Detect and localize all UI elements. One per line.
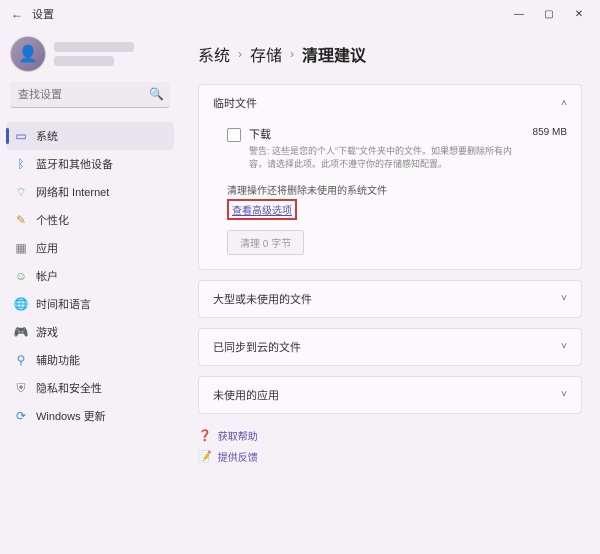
sidebar-label: 时间和语言 bbox=[36, 296, 91, 312]
sidebar-icon: 🌐 bbox=[14, 297, 28, 311]
card-header-temp[interactable]: 临时文件 ˄ bbox=[199, 85, 581, 121]
downloads-desc: 警告: 这些是您的个人“下载”文件夹中的文件。如果想要删除所有内容，请选择此项。… bbox=[249, 145, 517, 172]
search-input[interactable] bbox=[10, 82, 170, 108]
clean-button[interactable]: 清理 0 字节 bbox=[227, 230, 304, 255]
card-title: 已同步到云的文件 bbox=[213, 339, 301, 355]
sidebar-item-1[interactable]: ᛒ 蓝牙和其他设备 bbox=[6, 150, 174, 178]
card-title: 大型或未使用的文件 bbox=[213, 291, 312, 307]
crumb-system[interactable]: 系统 bbox=[198, 42, 230, 66]
card-title: 未使用的应用 bbox=[213, 387, 279, 403]
card-title: 临时文件 bbox=[213, 95, 257, 111]
chevron-right-icon: › bbox=[238, 47, 242, 61]
sidebar-item-4[interactable]: ▦ 应用 bbox=[6, 234, 174, 262]
chevron-up-icon: ˄ bbox=[561, 98, 567, 109]
sidebar-label: 蓝牙和其他设备 bbox=[36, 156, 113, 172]
sidebar-label: 帐户 bbox=[36, 268, 58, 284]
downloads-checkbox[interactable] bbox=[227, 128, 241, 142]
sidebar-label: 系统 bbox=[36, 128, 58, 144]
sidebar-label: Windows 更新 bbox=[36, 408, 106, 424]
help-icon: ❓ bbox=[198, 429, 212, 442]
sidebar-label: 辅助功能 bbox=[36, 352, 80, 368]
chevron-down-icon: ˅ bbox=[561, 293, 567, 304]
chevron-down-icon: ˅ bbox=[561, 341, 567, 352]
sidebar-label: 游戏 bbox=[36, 324, 58, 340]
user-profile[interactable]: 👤 bbox=[6, 32, 174, 82]
avatar: 👤 bbox=[10, 36, 46, 72]
sidebar-icon: ✎ bbox=[14, 213, 28, 227]
sidebar-item-7[interactable]: 🎮 游戏 bbox=[6, 318, 174, 346]
sidebar-item-8[interactable]: ⚲ 辅助功能 bbox=[6, 346, 174, 374]
sidebar-icon: ▭ bbox=[14, 129, 28, 143]
card-large-files[interactable]: 大型或未使用的文件 ˅ bbox=[198, 280, 582, 318]
chevron-right-icon: › bbox=[290, 47, 294, 61]
sidebar-icon: ☺ bbox=[14, 269, 28, 283]
sidebar-item-9[interactable]: ⛨ 隐私和安全性 bbox=[6, 374, 174, 402]
get-help-link[interactable]: ❓ 获取帮助 bbox=[198, 428, 582, 443]
sidebar-item-6[interactable]: 🌐 时间和语言 bbox=[6, 290, 174, 318]
sidebar-icon: 🎮 bbox=[14, 325, 28, 339]
sidebar-icon: ⌔ bbox=[14, 185, 28, 199]
downloads-title: 下载 bbox=[249, 127, 517, 144]
sidebar-item-5[interactable]: ☺ 帐户 bbox=[6, 262, 174, 290]
breadcrumb: 系统 › 存储 › 清理建议 bbox=[198, 42, 582, 66]
card-unused-apps[interactable]: 未使用的应用 ˅ bbox=[198, 376, 582, 414]
search-box[interactable]: 🔍 bbox=[10, 82, 170, 108]
search-icon: 🔍 bbox=[149, 87, 164, 101]
back-button[interactable]: ← bbox=[6, 3, 28, 25]
minimize-button[interactable]: — bbox=[504, 3, 534, 25]
sidebar-item-3[interactable]: ✎ 个性化 bbox=[6, 206, 174, 234]
sidebar-icon: ⛨ bbox=[14, 381, 28, 395]
sidebar-item-2[interactable]: ⌔ 网络和 Internet bbox=[6, 178, 174, 206]
sidebar-item-0[interactable]: ▭ 系统 bbox=[6, 122, 174, 150]
card-temp-files: 临时文件 ˄ 下载 警告: 这些是您的个人“下载”文件夹中的文件。如果想要删除所… bbox=[198, 84, 582, 270]
sidebar-icon: ᛒ bbox=[14, 157, 28, 171]
sidebar-item-10[interactable]: ⟳ Windows 更新 bbox=[6, 402, 174, 430]
crumb-cleanup: 清理建议 bbox=[302, 42, 366, 66]
sidebar-icon: ⚲ bbox=[14, 353, 28, 367]
adv-hint: 清理操作还将删除未使用的系统文件 bbox=[227, 182, 567, 197]
sidebar-label: 网络和 Internet bbox=[36, 184, 109, 200]
sidebar-label: 应用 bbox=[36, 240, 58, 256]
maximize-button[interactable]: ▢ bbox=[534, 3, 564, 25]
chevron-down-icon: ˅ bbox=[561, 389, 567, 400]
sidebar-label: 个性化 bbox=[36, 212, 69, 228]
card-cloud-synced[interactable]: 已同步到云的文件 ˅ bbox=[198, 328, 582, 366]
sidebar-icon: ⟳ bbox=[14, 409, 28, 423]
crumb-storage[interactable]: 存储 bbox=[250, 42, 282, 66]
app-title: 设置 bbox=[32, 6, 54, 22]
view-advanced-options-link[interactable]: 查看高级选项 bbox=[227, 199, 297, 220]
close-button[interactable]: ✕ bbox=[564, 3, 594, 25]
sidebar-label: 隐私和安全性 bbox=[36, 380, 102, 396]
feedback-link[interactable]: 📝 提供反馈 bbox=[198, 449, 582, 464]
downloads-size: 859 MB bbox=[533, 127, 567, 138]
feedback-icon: 📝 bbox=[198, 450, 212, 463]
sidebar-icon: ▦ bbox=[14, 241, 28, 255]
